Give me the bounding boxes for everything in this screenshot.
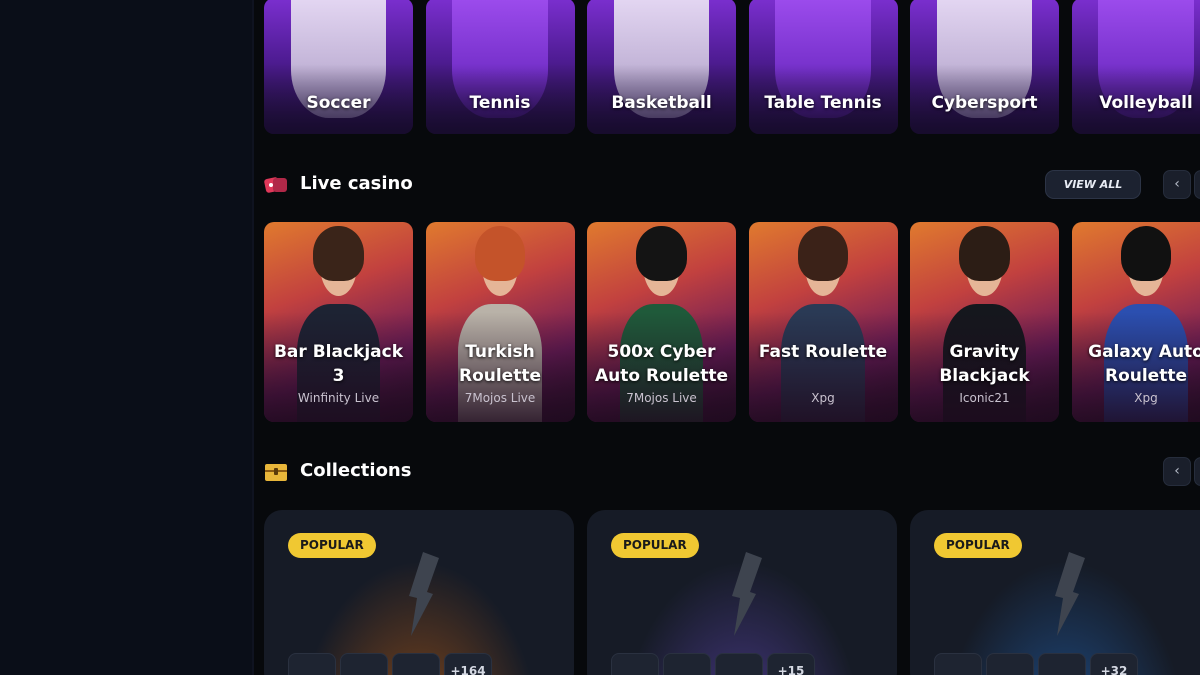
view-all-button[interactable]: VIEW ALL — [1045, 170, 1141, 199]
sport-card[interactable]: Volleyball — [1071, 0, 1200, 134]
more-games-count[interactable]: +164 — [444, 653, 492, 675]
sport-label: Tennis — [469, 93, 531, 113]
chevron-left-icon: ‹ — [1174, 176, 1180, 192]
live-game-card[interactable]: Turkish Roulette 7Mojos Live — [425, 222, 575, 422]
game-thumbnail[interactable] — [986, 653, 1034, 675]
live-casino-icon — [264, 177, 287, 193]
sport-label: Table Tennis — [764, 93, 882, 113]
game-thumbnail[interactable] — [1038, 653, 1086, 675]
popular-badge: POPULAR — [934, 533, 1022, 558]
collections-prev-button[interactable]: ‹ — [1163, 457, 1191, 486]
live-game-card[interactable]: Galaxy Auto Roulette Xpg — [1071, 222, 1200, 422]
treasure-chest-icon — [265, 464, 287, 481]
sidebar — [0, 0, 254, 675]
main-content: Soccer Tennis Basketball Table Tennis Cybers… — [254, 0, 1200, 675]
game-provider: 7Mojos Live — [626, 391, 697, 405]
live-game-card[interactable]: Fast Roulette Xpg — [748, 222, 898, 422]
collection-card[interactable]: POPULAR +32 — [910, 510, 1200, 675]
sport-label: Basketball — [611, 93, 712, 113]
live-game-card[interactable]: Bar Blackjack 3 Winfinity Live — [264, 222, 413, 422]
game-name: 500x Cyber Auto Roulette — [595, 342, 728, 386]
chevron-left-icon: ‹ — [1174, 463, 1180, 479]
live-casino-next-button[interactable]: › — [1194, 170, 1200, 199]
sport-card[interactable]: Tennis — [425, 0, 575, 134]
collection-card[interactable]: POPULAR +164 — [264, 510, 574, 675]
game-provider: 7Mojos Live — [464, 391, 536, 405]
game-name: Turkish Roulette — [458, 342, 541, 386]
sport-card[interactable]: Basketball — [587, 0, 736, 134]
more-games-count[interactable]: +15 — [767, 653, 815, 675]
sport-label: Soccer — [306, 93, 371, 113]
popular-badge: POPULAR — [288, 533, 376, 558]
collections-header: Collections ‹ › — [264, 457, 1200, 487]
lightning-bolt-icon — [409, 552, 439, 636]
live-game-card[interactable]: 500x Cyber Auto Roulette 7Mojos Live — [587, 222, 736, 422]
game-provider: Xpg — [811, 391, 835, 405]
game-thumbnail[interactable] — [663, 653, 711, 675]
game-name: Bar Blackjack 3 — [273, 342, 404, 386]
game-thumbnail[interactable] — [611, 653, 659, 675]
game-name: Fast Roulette — [758, 342, 888, 362]
game-thumbnail[interactable] — [392, 653, 440, 675]
live-casino-title: Live casino — [300, 173, 413, 194]
live-game-card[interactable]: Gravity Blackjack Iconic21 — [910, 222, 1059, 422]
sport-card[interactable]: Cybersport — [910, 0, 1059, 134]
game-thumbnail[interactable] — [340, 653, 388, 675]
lightning-bolt-icon — [1055, 552, 1085, 636]
collections-title: Collections — [300, 460, 412, 481]
game-thumbnail[interactable] — [934, 653, 982, 675]
collections-next-button[interactable]: › — [1194, 457, 1200, 486]
game-thumbnail[interactable] — [288, 653, 336, 675]
game-provider: Winfinity Live — [297, 391, 380, 405]
collection-card[interactable]: POPULAR +15 — [587, 510, 897, 675]
sport-card[interactable]: Soccer — [264, 0, 413, 134]
lightning-bolt-icon — [732, 552, 762, 636]
live-casino-header: Live casino VIEW ALL ‹ › — [264, 170, 1200, 200]
game-provider: Xpg — [1134, 391, 1158, 405]
more-games-count[interactable]: +32 — [1090, 653, 1138, 675]
sport-label: Volleyball — [1099, 93, 1193, 113]
game-name: Gravity Blackjack — [939, 342, 1030, 386]
sport-label: Cybersport — [931, 93, 1038, 113]
sport-card[interactable]: Table Tennis — [748, 0, 898, 134]
game-provider: Iconic21 — [959, 391, 1010, 405]
popular-badge: POPULAR — [611, 533, 699, 558]
game-thumbnail[interactable] — [715, 653, 763, 675]
live-casino-prev-button[interactable]: ‹ — [1163, 170, 1191, 199]
game-name: Galaxy Auto Roulette — [1088, 342, 1200, 386]
